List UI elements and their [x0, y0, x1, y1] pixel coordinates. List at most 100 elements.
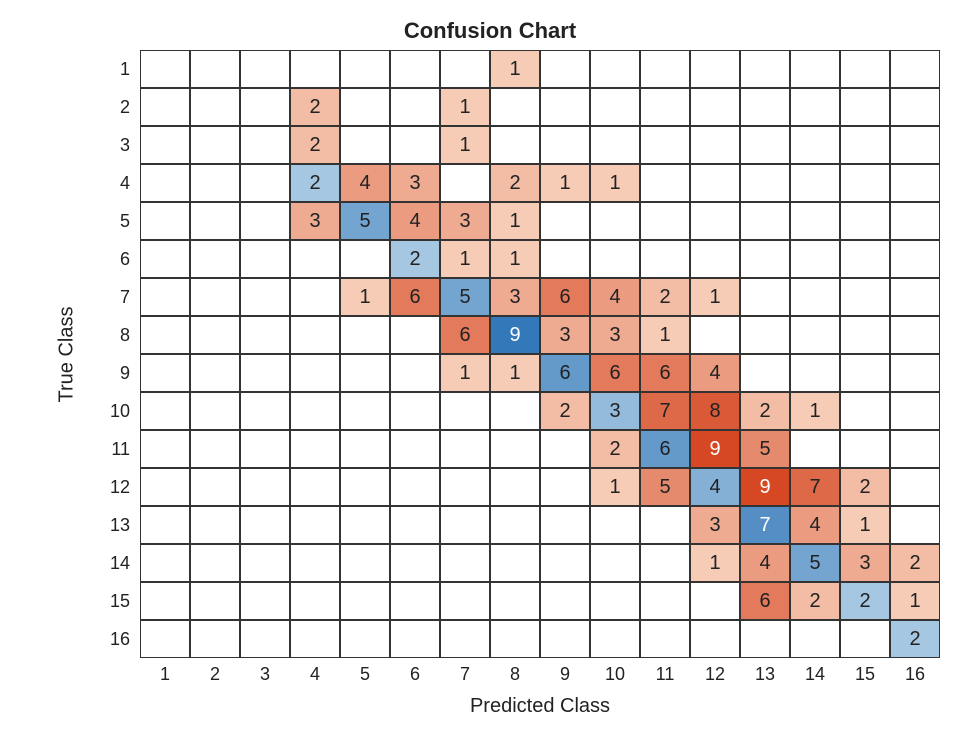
heatmap-cell [790, 164, 840, 202]
heatmap-cell [190, 354, 240, 392]
heatmap-cell [240, 582, 290, 620]
heatmap-cell [890, 164, 940, 202]
heatmap-cell: 7 [790, 468, 840, 506]
heatmap-cell [340, 506, 390, 544]
heatmap-cell [190, 316, 240, 354]
heatmap-cell [240, 506, 290, 544]
heatmap-cell: 4 [740, 544, 790, 582]
heatmap-cell: 2 [290, 126, 340, 164]
heatmap-cell: 5 [790, 544, 840, 582]
heatmap-cell: 1 [490, 202, 540, 240]
heatmap-cell [140, 620, 190, 658]
heatmap-cell [890, 240, 940, 278]
x-tick-label: 14 [790, 664, 840, 685]
heatmap-cell [340, 50, 390, 88]
x-tick-label: 7 [440, 664, 490, 685]
heatmap-cell [590, 202, 640, 240]
heatmap-cell [190, 430, 240, 468]
y-tick-label: 5 [100, 202, 130, 240]
heatmap-cell: 4 [690, 354, 740, 392]
heatmap-cell [890, 392, 940, 430]
heatmap-cell: 3 [590, 316, 640, 354]
heatmap-cell: 4 [340, 164, 390, 202]
heatmap-cell [490, 544, 540, 582]
heatmap-cell [540, 506, 590, 544]
heatmap-cell [540, 620, 590, 658]
heatmap-cell [140, 430, 190, 468]
heatmap-cell [390, 430, 440, 468]
heatmap-cell [240, 278, 290, 316]
y-tick-label: 14 [100, 544, 130, 582]
heatmap-cell: 2 [590, 430, 640, 468]
heatmap-cell [340, 582, 390, 620]
heatmap-cell [740, 202, 790, 240]
heatmap-cell [140, 354, 190, 392]
heatmap-cell [590, 544, 640, 582]
heatmap-cell [840, 164, 890, 202]
heatmap-cell: 6 [740, 582, 790, 620]
heatmap-cell [440, 50, 490, 88]
heatmap-cell [440, 582, 490, 620]
heatmap-cell [690, 316, 740, 354]
y-tick-label: 2 [100, 88, 130, 126]
heatmap-cell: 5 [740, 430, 790, 468]
x-axis-label: Predicted Class [140, 695, 940, 718]
heatmap-cell: 6 [540, 354, 590, 392]
heatmap-cell: 4 [390, 202, 440, 240]
heatmap-cell [190, 202, 240, 240]
heatmap-cell [640, 240, 690, 278]
heatmap-cell: 1 [590, 164, 640, 202]
heatmap-cell [740, 88, 790, 126]
heatmap-cell [390, 582, 440, 620]
heatmap-cell [690, 240, 740, 278]
x-tick-label: 5 [340, 664, 390, 685]
heatmap-cell [490, 582, 540, 620]
x-tick-label: 3 [240, 664, 290, 685]
heatmap-cell [740, 164, 790, 202]
heatmap-cell [840, 430, 890, 468]
heatmap-cell [290, 506, 340, 544]
heatmap-cell: 3 [390, 164, 440, 202]
heatmap-cell: 1 [540, 164, 590, 202]
heatmap-cell [590, 620, 640, 658]
heatmap-cell [390, 392, 440, 430]
heatmap-cell [890, 126, 940, 164]
heatmap-cell: 1 [590, 468, 640, 506]
heatmap-cell [490, 468, 540, 506]
heatmap-cell: 1 [690, 544, 740, 582]
heatmap-cell: 5 [440, 278, 490, 316]
confusion-chart: Confusion Chart True Class Predicted Cla… [0, 0, 980, 735]
heatmap-cell: 2 [290, 88, 340, 126]
heatmap-cell [590, 240, 640, 278]
heatmap-cell [640, 164, 690, 202]
heatmap-cell [240, 240, 290, 278]
heatmap-cell [790, 354, 840, 392]
heatmap-cell [690, 620, 740, 658]
heatmap-cell [740, 126, 790, 164]
heatmap-cell [890, 354, 940, 392]
heatmap-cell [640, 202, 690, 240]
heatmap-cell [790, 88, 840, 126]
heatmap-cell [590, 50, 640, 88]
heatmap-cell: 5 [640, 468, 690, 506]
heatmap-cell [790, 202, 840, 240]
heatmap-cell [190, 392, 240, 430]
heatmap-cell: 2 [840, 582, 890, 620]
heatmap-cell [690, 202, 740, 240]
heatmap-cell [440, 506, 490, 544]
y-tick-label: 6 [100, 240, 130, 278]
y-tick-label: 8 [100, 316, 130, 354]
heatmap-cell: 2 [640, 278, 690, 316]
heatmap-cell: 4 [590, 278, 640, 316]
heatmap-cell [140, 240, 190, 278]
heatmap-cell [190, 620, 240, 658]
heatmap-cell [290, 392, 340, 430]
heatmap-cell: 3 [690, 506, 740, 544]
y-tick-label: 11 [100, 430, 130, 468]
heatmap-cell: 3 [440, 202, 490, 240]
heatmap-cell [540, 50, 590, 88]
heatmap-cell [840, 126, 890, 164]
y-tick-label: 13 [100, 506, 130, 544]
heatmap-cell: 2 [740, 392, 790, 430]
heatmap-cell [840, 354, 890, 392]
